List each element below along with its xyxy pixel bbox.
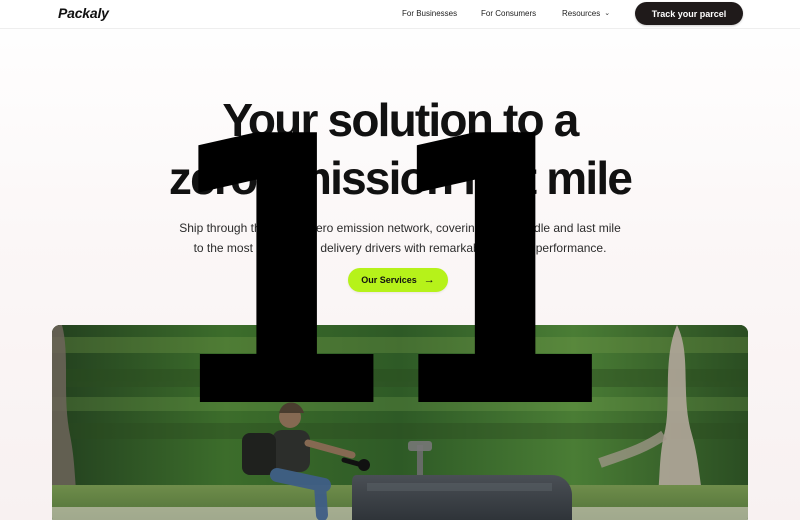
hero-subtitle-line-1: Ship through the largest zero emission n…: [179, 221, 621, 235]
nav-for-businesses[interactable]: For Businesses: [402, 9, 457, 18]
our-services-button[interactable]: Our Services →: [348, 268, 448, 292]
track-your-parcel-button[interactable]: Track your parcel: [635, 2, 743, 25]
hero-subtitle: Ship through the largest zero emission n…: [120, 218, 680, 259]
hero-title-line-2: zero emission last mile: [168, 151, 633, 204]
hero-title: Your solution to a zero emission last mi…: [60, 92, 740, 208]
chevron-down-icon: ⌄: [604, 10, 611, 17]
hero-photo: [52, 325, 748, 520]
nav-resources-label: Resources: [562, 9, 601, 18]
our-services-label: Our Services: [361, 275, 417, 285]
hero-subtitle-line-2: to the most sustainable delivery drivers…: [193, 241, 607, 256]
site-header: Packaly For Businesses For Consumers Res…: [0, 0, 800, 29]
hero-title-line-1: Your solution to a: [222, 94, 579, 146]
hero-photo-illustration: [52, 325, 748, 520]
page: Packaly For Businesses For Consumers Res…: [0, 0, 800, 520]
arrow-right-icon: →: [423, 273, 435, 286]
packaly-logo[interactable]: Packaly: [58, 5, 109, 21]
nav-for-consumers[interactable]: For Consumers: [481, 9, 536, 18]
nav-resources[interactable]: Resources ⌄: [562, 9, 610, 18]
